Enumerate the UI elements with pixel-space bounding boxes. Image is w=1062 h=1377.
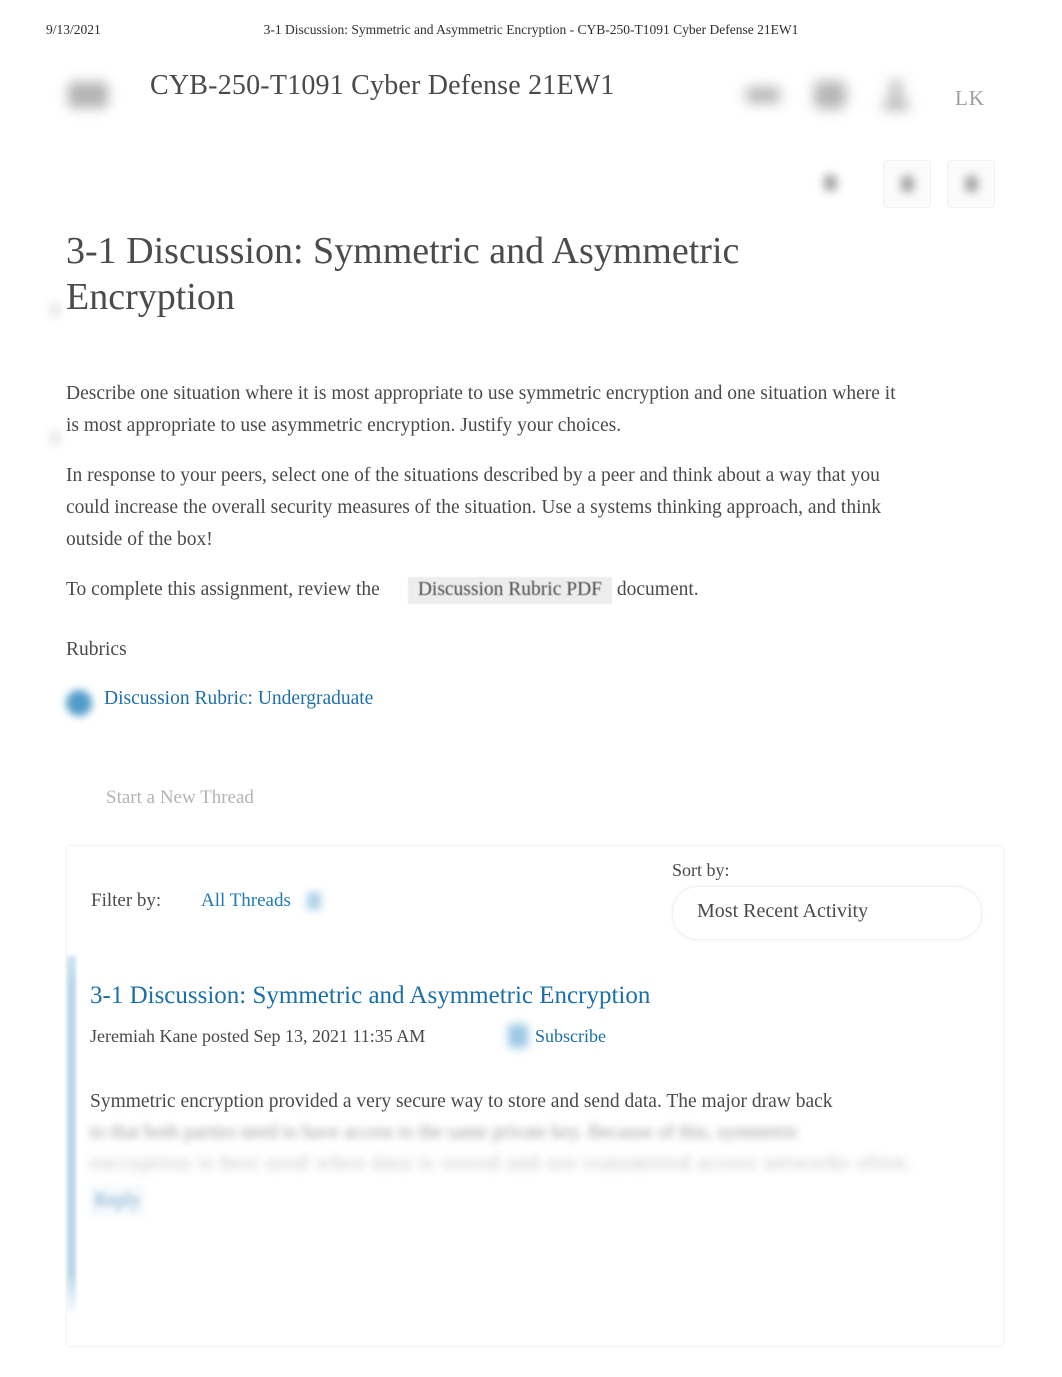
print-icon[interactable] — [807, 160, 853, 206]
scan-artifact — [48, 430, 62, 446]
messages-icon[interactable] — [812, 78, 848, 112]
filter-by-label: Filter by: — [91, 890, 162, 911]
description-paragraph-3-suffix: document. — [612, 579, 699, 600]
sort-by-select[interactable]: Most Recent Activity — [672, 886, 982, 940]
settings-icon[interactable] — [883, 160, 931, 208]
help-icon[interactable] — [947, 160, 995, 208]
print-page-title: 3-1 Discussion: Symmetric and Asymmetric… — [263, 22, 799, 37]
description-paragraph-2: In response to your peers, select one of… — [66, 465, 881, 550]
sort-by-value: Most Recent Activity — [697, 900, 869, 922]
subscribe-link[interactable]: Subscribe — [535, 1026, 606, 1047]
thread-meta: Jeremiah Kane posted Sep 13, 2021 11:35 … — [90, 1026, 426, 1046]
rubrics-heading: Rubrics — [66, 639, 127, 660]
rubric-link[interactable]: Discussion Rubric: Undergraduate — [104, 688, 373, 710]
discussion-controls: Filter by: All Threads Sort by: Most Rec… — [67, 846, 1003, 956]
settings-glyph — [900, 176, 914, 192]
thread-accent-bar — [67, 956, 76, 1316]
description-paragraph-1: Describe one situation where it is most … — [66, 383, 896, 436]
alerts-bell-icon[interactable] — [746, 78, 782, 112]
print-header: 9/13/2021 3-1 Discussion: Symmetric and … — [0, 22, 1062, 44]
scan-artifact — [48, 302, 62, 318]
thread-reply-link[interactable]: Reply — [90, 1185, 145, 1216]
tool-strip — [0, 160, 1062, 218]
description-paragraph-3: To complete this assignment, review the D… — [66, 574, 906, 606]
chevron-down-icon[interactable] — [307, 892, 321, 910]
course-title[interactable]: CYB-250-T1091 Cyber Defense 21EW1 — [150, 70, 615, 102]
page-title: 3-1 Discussion: Symmetric and Asymmetric… — [66, 230, 740, 318]
filter-by-value[interactable]: All Threads — [201, 890, 291, 912]
user-initials[interactable]: LK — [955, 86, 985, 111]
thread-title-link[interactable]: 3-1 Discussion: Symmetric and Asymmetric… — [90, 982, 650, 1010]
assignment-description: Describe one situation where it is most … — [66, 378, 906, 624]
profile-person-icon[interactable] — [878, 78, 914, 112]
print-glyph — [823, 175, 837, 191]
description-paragraph-3-prefix: To complete this assignment, review the — [66, 579, 380, 600]
rubric-icon — [66, 690, 92, 716]
thread-item: 3-1 Discussion: Symmetric and Asymmetric… — [67, 956, 1003, 1346]
discussion-panel: Filter by: All Threads Sort by: Most Rec… — [66, 845, 1004, 1347]
thread-body-line-2: to that both parties need to have access… — [90, 1122, 800, 1143]
thread-body-line-3: encryption is best used when data is sto… — [90, 1153, 914, 1174]
thread-body-line-1: Symmetric encryption provided a very sec… — [90, 1091, 833, 1112]
discussion-rubric-pdf-link[interactable]: Discussion Rubric PDF — [407, 577, 612, 604]
navbar: CYB-250-T1091 Cyber Defense 21EW1 LK — [0, 70, 1062, 132]
course-logo-icon[interactable] — [68, 82, 108, 108]
subscribe-bell-icon[interactable] — [508, 1024, 528, 1048]
sort-by-label: Sort by: — [672, 860, 730, 880]
help-glyph — [964, 176, 978, 192]
thread-body: Symmetric encryption provided a very sec… — [90, 1086, 970, 1216]
start-new-thread-button[interactable]: Start a New Thread — [88, 783, 272, 813]
